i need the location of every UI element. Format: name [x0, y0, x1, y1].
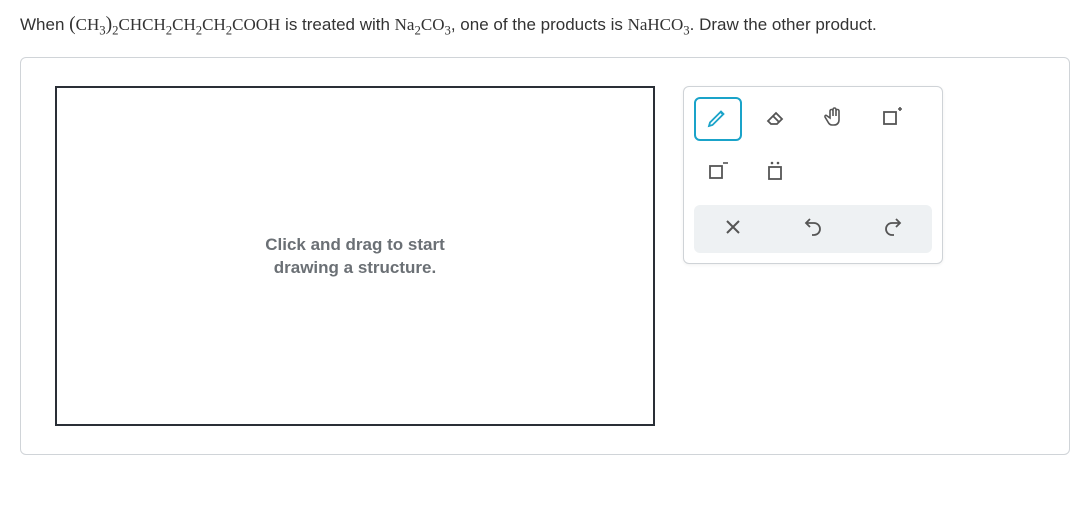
pan-tool-button[interactable] — [810, 97, 858, 141]
undo-icon — [801, 215, 825, 244]
charge-minus-button[interactable] — [694, 151, 742, 195]
canvas-hint: Click and drag to start drawing a struct… — [265, 233, 444, 281]
toolbox — [683, 86, 943, 264]
q-suffix: . Draw the other product. — [690, 15, 877, 34]
undo-button[interactable] — [780, 211, 846, 247]
question-text: When (CH3)2CHCH2CH2CH2COOH is treated wi… — [20, 10, 1070, 39]
close-icon — [721, 215, 745, 244]
q-reactant: (CH3)2CHCH2CH2CH2COOH — [69, 15, 280, 34]
answer-panel: Click and drag to start drawing a struct… — [20, 57, 1070, 455]
redo-button[interactable] — [860, 211, 926, 247]
q-prefix: When — [20, 15, 69, 34]
redo-icon — [881, 215, 905, 244]
tool-row-1 — [694, 97, 932, 141]
lone-pair-button[interactable] — [752, 151, 800, 195]
q-mid2: , one of the products is — [451, 15, 628, 34]
box-dots-icon — [764, 159, 788, 188]
draw-tool-button[interactable] — [694, 97, 742, 141]
tool-row-actions — [694, 205, 932, 253]
hand-icon — [822, 105, 846, 134]
eraser-tool-button[interactable] — [752, 97, 800, 141]
drawing-canvas[interactable]: Click and drag to start drawing a struct… — [55, 86, 655, 426]
box-minus-icon — [706, 159, 730, 188]
clear-button[interactable] — [700, 211, 766, 247]
q-product1: NaHCO3 — [628, 15, 690, 34]
charge-plus-button[interactable] — [868, 97, 916, 141]
canvas-hint-line1: Click and drag to start — [265, 235, 444, 254]
tool-row-2 — [694, 151, 932, 195]
box-plus-icon — [880, 105, 904, 134]
q-mid1: is treated with — [280, 15, 394, 34]
canvas-hint-line2: drawing a structure. — [274, 258, 436, 277]
pencil-icon — [706, 105, 730, 134]
q-reagent: Na2CO3 — [395, 15, 451, 34]
eraser-icon — [764, 105, 788, 134]
